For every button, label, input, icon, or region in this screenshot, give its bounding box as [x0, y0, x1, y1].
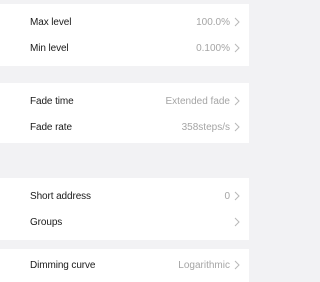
section-fade: Fade time Extended fade Fade rate 358ste…	[0, 83, 249, 143]
min-level-label: Min level	[30, 42, 69, 54]
max-level-value: 100.0%	[196, 16, 230, 28]
short-address-value: 0	[224, 190, 230, 202]
chevron-right-icon	[234, 191, 240, 201]
section-levels: Max level 100.0% Min level 0.100%	[0, 4, 249, 66]
section-addressing: Short address 0 Groups	[0, 178, 249, 240]
short-address-row[interactable]: Short address 0	[0, 182, 249, 210]
short-address-label: Short address	[30, 190, 91, 202]
fade-time-label: Fade time	[30, 95, 74, 107]
chevron-right-icon	[234, 122, 240, 132]
groups-row[interactable]: Groups	[0, 208, 249, 236]
chevron-right-icon	[234, 43, 240, 53]
chevron-right-icon	[234, 96, 240, 106]
dimming-curve-value: Logarithmic	[178, 259, 230, 271]
section-dimming: Dimming curve Logarithmic	[0, 249, 249, 282]
chevron-right-icon	[234, 217, 240, 227]
dimming-curve-label: Dimming curve	[30, 259, 96, 271]
fade-rate-row[interactable]: Fade rate 358steps/s	[0, 113, 249, 141]
dimming-curve-row[interactable]: Dimming curve Logarithmic	[0, 251, 249, 279]
fade-time-value: Extended fade	[165, 95, 231, 107]
fade-rate-value: 358steps/s	[181, 121, 230, 133]
groups-label: Groups	[30, 216, 63, 228]
fade-rate-label: Fade rate	[30, 121, 72, 133]
fade-time-row[interactable]: Fade time Extended fade	[0, 87, 249, 115]
max-level-label: Max level	[30, 16, 72, 28]
chevron-right-icon	[234, 260, 240, 270]
max-level-row[interactable]: Max level 100.0%	[0, 8, 249, 36]
chevron-right-icon	[234, 17, 240, 27]
min-level-row[interactable]: Min level 0.100%	[0, 34, 249, 62]
min-level-value: 0.100%	[196, 42, 230, 54]
